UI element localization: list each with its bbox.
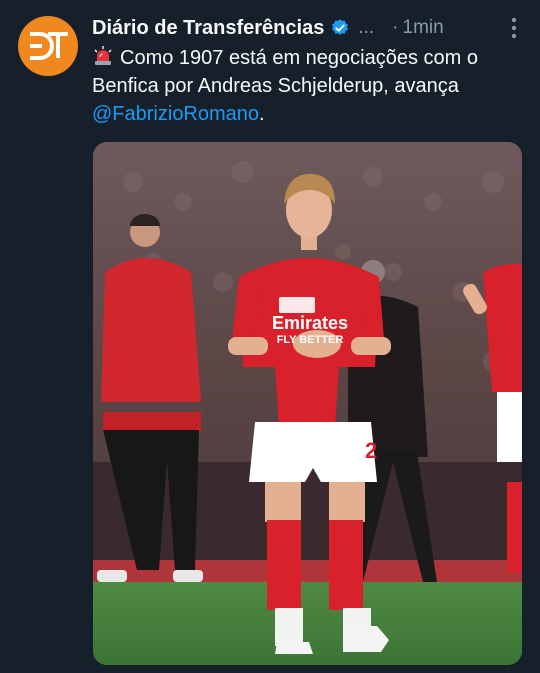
rotating-light-emoji-icon bbox=[94, 46, 112, 65]
more-options-button[interactable] bbox=[502, 16, 526, 40]
handle-ellipsis: ... bbox=[358, 17, 375, 38]
verified-badge-icon bbox=[332, 19, 349, 35]
football-player-photo: Emirates FLY BETTER 2 bbox=[93, 142, 522, 665]
separator-dot: · bbox=[392, 17, 399, 38]
tweet-text: Como 1907 está em negociações com o Benf… bbox=[92, 44, 532, 128]
avatar[interactable] bbox=[18, 16, 78, 76]
tweet-media-image[interactable]: Emirates FLY BETTER 2 bbox=[93, 142, 522, 665]
tweet-header: Diário de Transferências ... · 1min bbox=[92, 14, 526, 42]
mention-link[interactable]: @FabrizioRomano bbox=[92, 103, 259, 125]
shorts-number: 2 bbox=[365, 438, 377, 463]
sponsor-text: Emirates bbox=[272, 313, 348, 333]
sponsor-subtext: FLY BETTER bbox=[277, 334, 344, 346]
more-options-icon bbox=[511, 17, 517, 39]
author-name[interactable]: Diário de Transferências bbox=[92, 17, 324, 40]
tweet[interactable]: Diário de Transferências ... · 1min Como… bbox=[0, 0, 540, 673]
tweet-text-main: Como 1907 está em negociações com o Benf… bbox=[92, 47, 478, 97]
dt-logo-icon bbox=[30, 32, 68, 60]
tweet-text-end: . bbox=[259, 103, 265, 125]
timestamp[interactable]: 1min bbox=[403, 17, 444, 39]
